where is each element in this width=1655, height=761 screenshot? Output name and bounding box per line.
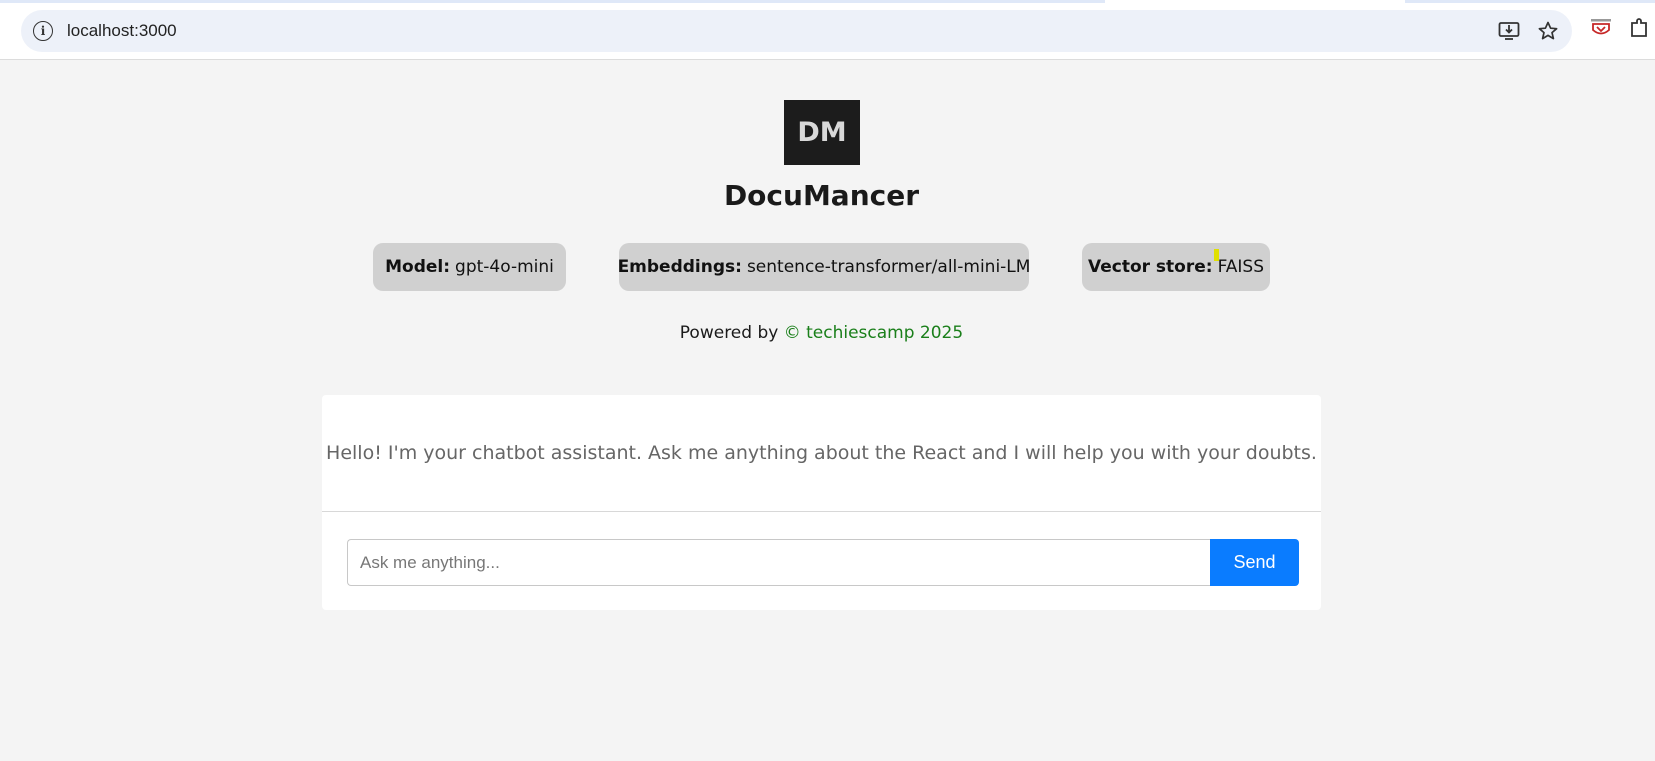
address-bar[interactable]: i localhost:3000 — [21, 10, 1572, 52]
star-icon[interactable] — [1538, 21, 1558, 41]
chat-input-row: Send — [347, 539, 1322, 586]
browser-toolbar: i localhost:3000 — [0, 0, 1655, 60]
page-content: DM DocuMancer Model: gpt-4o-mini Embeddi… — [0, 61, 1655, 761]
embeddings-label: Embeddings: — [617, 257, 742, 277]
model-label: Model: — [385, 257, 451, 277]
chat-panel: Hello! I'm your chatbot assistant. Ask m… — [322, 395, 1321, 610]
text-cursor — [1214, 249, 1219, 261]
vector-store-label: Vector store: — [1087, 257, 1213, 277]
send-button[interactable]: Send — [1210, 539, 1299, 586]
techiescamp-link[interactable]: © techiescamp 2025 — [784, 323, 963, 343]
model-value: gpt-4o-mini — [455, 257, 554, 277]
embeddings-info-badge: Embeddings: sentence-transformer/all-min… — [617, 243, 1031, 291]
page-title: DocuMancer — [723, 179, 920, 212]
chat-input[interactable] — [347, 539, 1210, 586]
embeddings-value: sentence-transformer/all-mini-LM — [746, 257, 1031, 277]
model-info-badge: Model: gpt-4o-mini — [373, 243, 566, 291]
install-app-icon[interactable] — [1498, 21, 1520, 41]
url-text[interactable]: localhost:3000 — [67, 21, 177, 41]
vector-store-info-badge: Vector store: FAISS — [1082, 243, 1270, 291]
puzzle-icon[interactable] — [1630, 18, 1650, 42]
vector-store-value: FAISS — [1217, 257, 1265, 277]
powered-by: Powered by © techiescamp 2025 — [0, 323, 1643, 343]
info-icon[interactable]: i — [33, 21, 53, 41]
tab-strip — [0, 0, 1655, 3]
powered-prefix: Powered by — [679, 323, 779, 343]
extension-icon[interactable] — [1590, 18, 1612, 42]
app-logo: DM — [784, 100, 860, 165]
bot-greeting-message: Hello! I'm your chatbot assistant. Ask m… — [322, 395, 1321, 512]
